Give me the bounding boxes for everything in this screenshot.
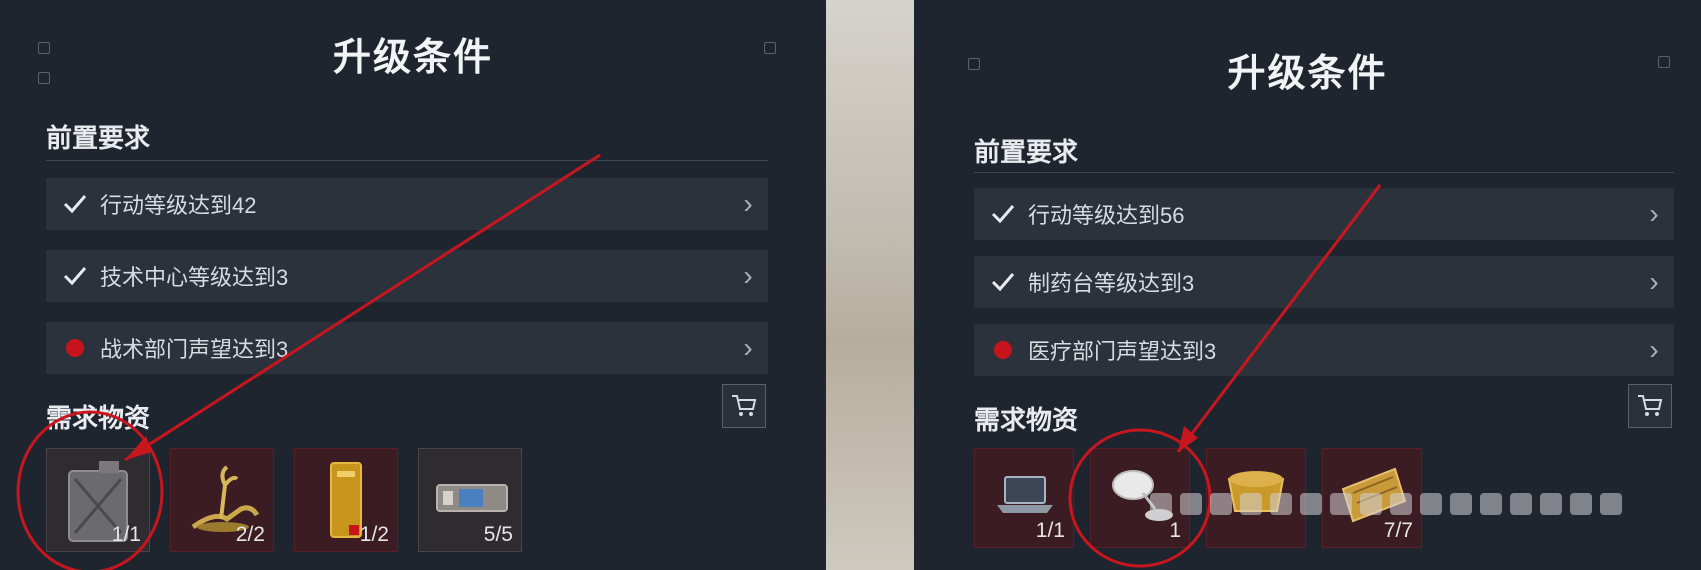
pending-status-dot xyxy=(66,339,84,357)
material-item[interactable]: 2/2 xyxy=(170,448,274,552)
chevron-right-icon: › xyxy=(743,332,753,363)
check-icon xyxy=(991,205,1015,224)
chevron-right-icon: › xyxy=(1649,266,1659,297)
item-count: 1/1 xyxy=(111,523,141,546)
item-count: 1/2 xyxy=(359,523,389,546)
requirement-label: 医疗部门声望达到3 xyxy=(1028,339,1217,364)
watermark xyxy=(1150,482,1665,526)
materials-heading: 需求物资 xyxy=(974,405,1079,435)
item-count: 5/5 xyxy=(483,523,513,546)
panel-title: 升级条件 xyxy=(1227,53,1388,95)
check-icon xyxy=(63,267,87,286)
item-count: 2/2 xyxy=(235,523,265,546)
pending-status-dot xyxy=(994,341,1012,359)
chevron-right-icon: › xyxy=(1649,198,1659,229)
requirement-label: 行动等级达到56 xyxy=(1028,203,1185,228)
requirement-label: 战术部门声望达到3 xyxy=(100,337,289,362)
requirement-label: 制药台等级达到3 xyxy=(1028,271,1195,296)
requirement-row[interactable]: 医疗部门声望达到3 › xyxy=(974,324,1674,376)
requirement-row[interactable]: 制药台等级达到3 › xyxy=(974,256,1674,308)
requirement-row[interactable]: 技术中心等级达到3 › xyxy=(46,250,768,302)
cart-icon xyxy=(732,395,757,416)
prerequisites-heading: 前置要求 xyxy=(974,137,1079,167)
material-item[interactable]: 1/2 xyxy=(294,448,398,552)
materials-heading: 需求物资 xyxy=(46,403,151,433)
shopping-cart-button[interactable] xyxy=(722,384,766,428)
divider xyxy=(974,172,1674,173)
panel-title: 升级条件 xyxy=(332,37,493,79)
requirement-label: 行动等级达到42 xyxy=(100,193,257,218)
background-gap xyxy=(826,0,914,570)
check-icon xyxy=(991,273,1015,292)
shopping-cart-button[interactable] xyxy=(1628,384,1672,428)
material-item[interactable]: 5/5 xyxy=(418,448,522,552)
chevron-right-icon: › xyxy=(743,188,753,219)
requirement-row[interactable]: 行动等级达到42 › xyxy=(46,178,768,230)
material-item[interactable]: 1/1 xyxy=(46,448,150,552)
requirement-row[interactable]: 行动等级达到56 › xyxy=(974,188,1674,240)
cart-icon xyxy=(1638,395,1663,416)
item-count: 1/1 xyxy=(1035,519,1065,542)
upgrade-panel-left: 升级条件 前置要求 行动等级达到42 › 技术中心等级达到3 › 战术部门声望达… xyxy=(0,0,826,570)
prerequisites-heading: 前置要求 xyxy=(46,123,151,153)
requirement-row[interactable]: 战术部门声望达到3 › xyxy=(46,322,768,374)
requirement-label: 技术中心等级达到3 xyxy=(100,265,289,290)
divider xyxy=(46,160,768,161)
material-item[interactable]: 1/1 xyxy=(974,448,1074,548)
chevron-right-icon: › xyxy=(743,260,753,291)
check-icon xyxy=(63,195,87,214)
chevron-right-icon: › xyxy=(1649,334,1659,365)
